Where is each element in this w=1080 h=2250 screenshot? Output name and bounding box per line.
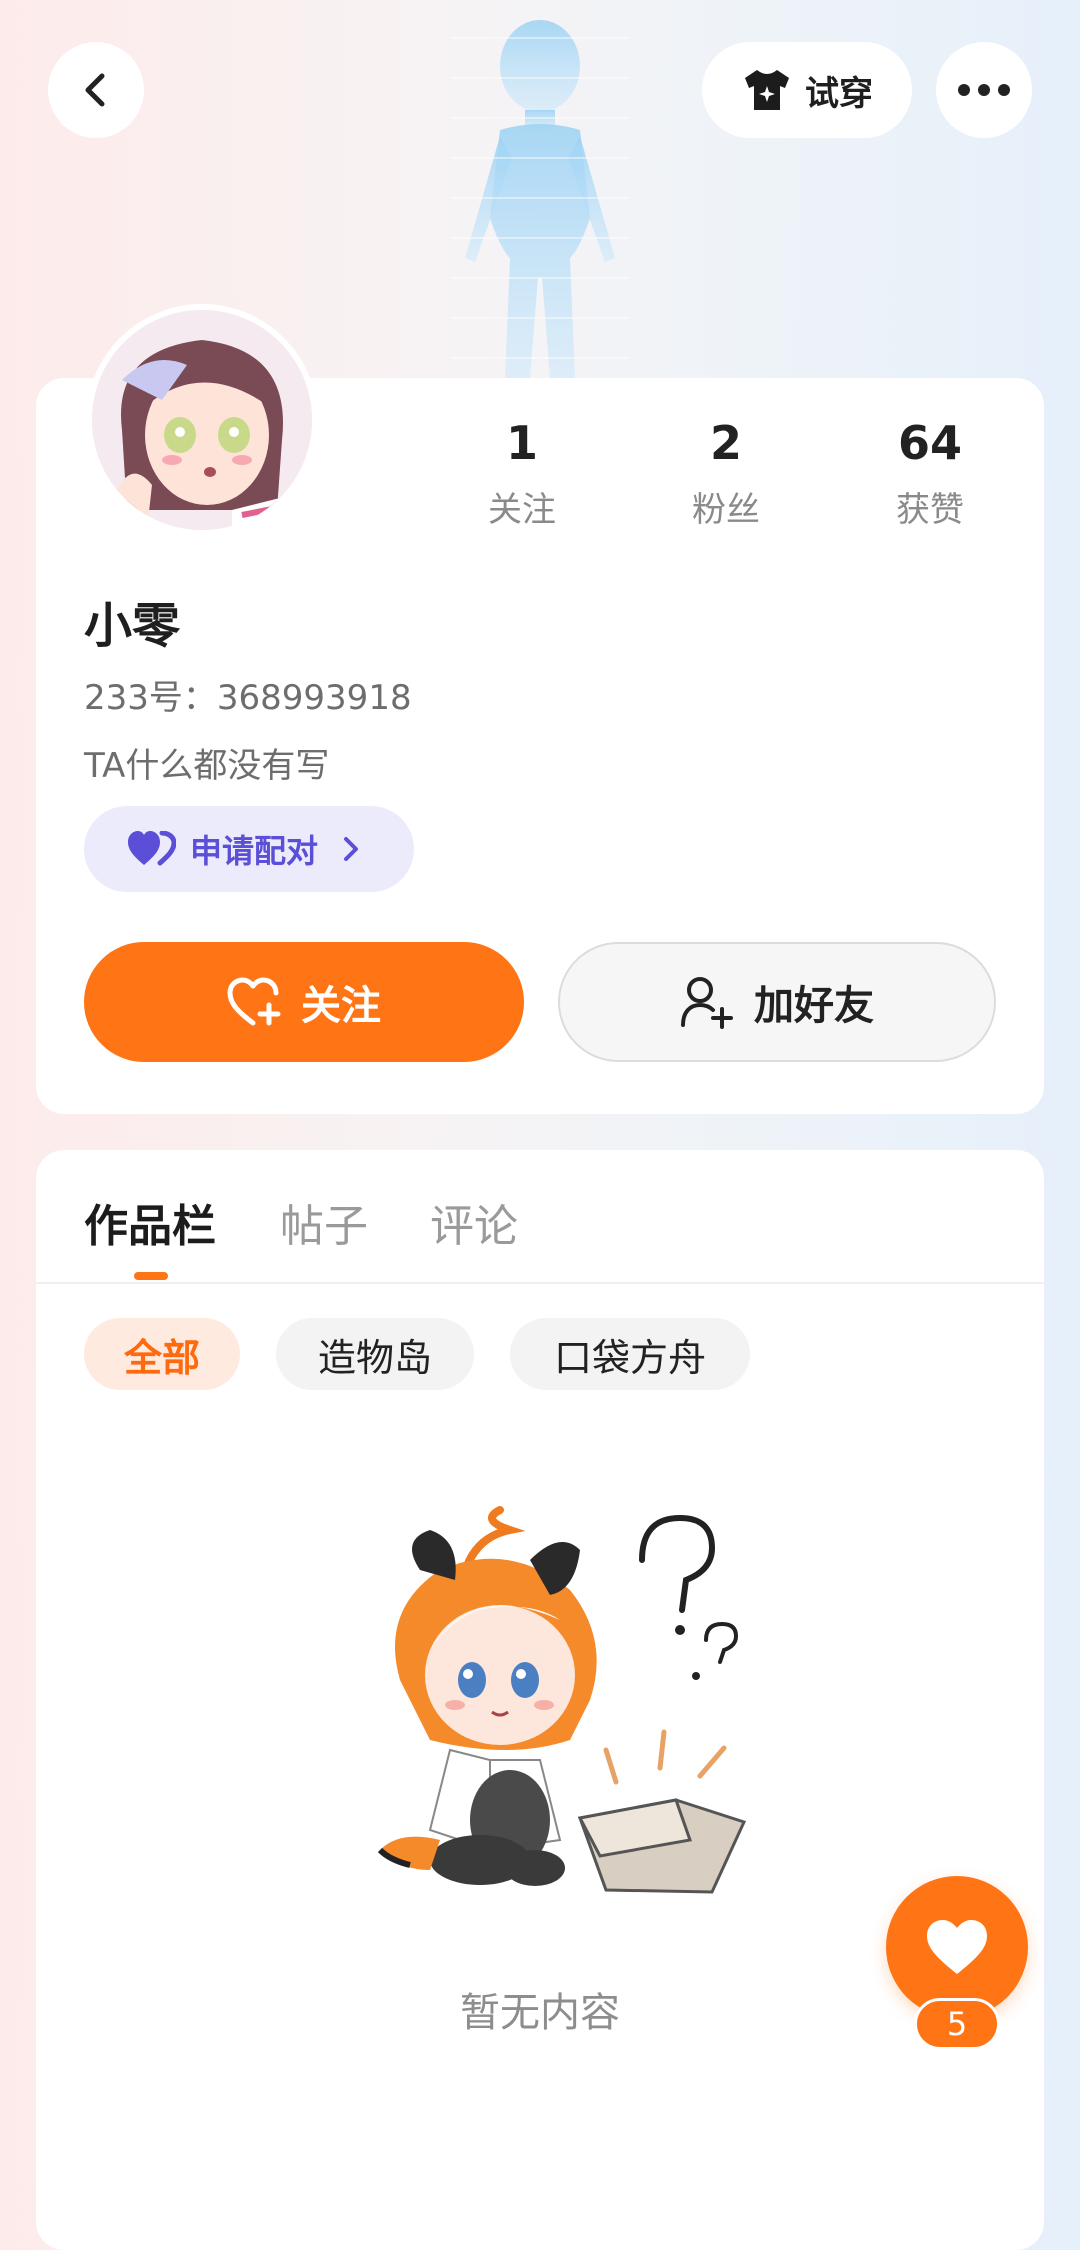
chip-pocket-ark[interactable]: 口袋方舟 [510,1318,750,1390]
chip-creation-island[interactable]: 造物岛 [276,1318,474,1390]
avatar[interactable] [86,304,318,536]
apply-pair-label: 申请配对 [190,832,319,870]
chevron-left-icon [85,73,105,107]
tab-comments[interactable]: 评论 [430,1190,518,1254]
stat-following-label: 关注 [488,490,556,530]
profile-uid: 233号：368993918 [84,678,412,718]
follow-label: 关注 [301,983,381,1029]
tab-posts[interactable]: 帖子 [280,1190,368,1254]
hologram-avatar-figure [450,20,630,378]
stat-followers[interactable]: 2 粉丝 [646,420,806,531]
tab-works[interactable]: 作品栏 [84,1190,216,1254]
empty-state-illustration [377,1506,747,1894]
stat-followers-label: 粉丝 [692,490,760,530]
heart-icon [927,1920,987,1974]
try-on-label: 试穿 [805,73,873,114]
add-person-icon [681,977,733,1029]
chip-all[interactable]: 全部 [84,1318,240,1390]
avatar-illustration [92,310,312,530]
profile-bio: TA什么都没有写 [84,746,330,786]
heart-plus-icon [227,977,281,1026]
follow-button[interactable]: 关注 [84,942,524,1062]
add-friend-button[interactable]: 加好友 [558,942,996,1062]
stat-likes[interactable]: 64 获赞 [850,420,1010,531]
try-on-button[interactable]: 试穿 [702,42,912,138]
like-fab-button[interactable] [886,1876,1028,2018]
stat-following[interactable]: 1 关注 [442,420,602,531]
tab-divider [36,1282,1044,1284]
tshirt-sparkle-icon [745,70,789,110]
stat-likes-label: 获赞 [896,490,964,530]
apply-pair-button[interactable]: 申请配对 [84,806,414,892]
double-heart-icon [128,831,176,866]
profile-name: 小零 [84,598,181,654]
chevron-right-icon [344,837,359,861]
stat-likes-value: 64 [897,416,962,470]
tab-active-indicator [134,1272,168,1280]
more-dots-icon [958,84,1010,96]
add-friend-label: 加好友 [754,983,874,1029]
stat-following-value: 1 [505,416,538,470]
like-count-badge: 5 [914,1998,1000,2050]
back-button[interactable] [48,42,144,138]
more-button[interactable] [936,42,1032,138]
stat-followers-value: 2 [709,416,742,470]
